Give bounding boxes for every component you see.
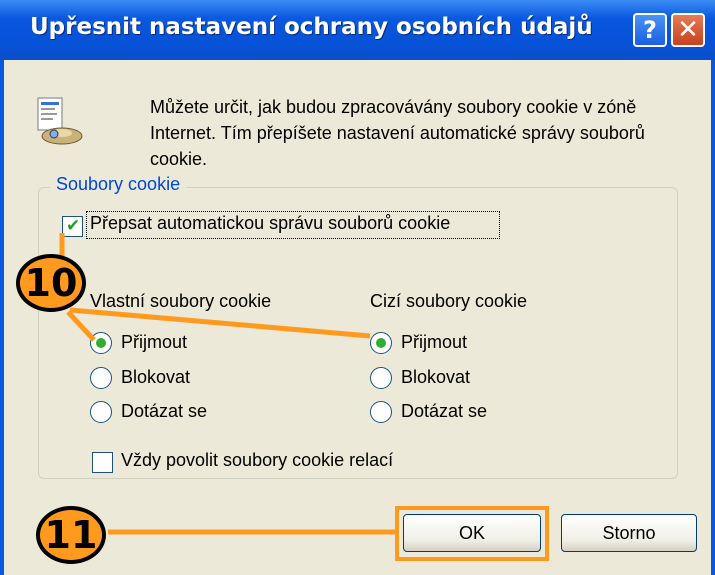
step-11-badge: 11 <box>36 506 106 564</box>
privacy-settings-dialog: Upřesnit nastavení ochrany osobních údaj… <box>0 0 715 575</box>
step-10-badge: 10 <box>16 254 86 312</box>
annotation-lines <box>59 233 397 535</box>
callout-10-line-down <box>66 310 96 342</box>
callout-10-line-right <box>69 307 371 339</box>
